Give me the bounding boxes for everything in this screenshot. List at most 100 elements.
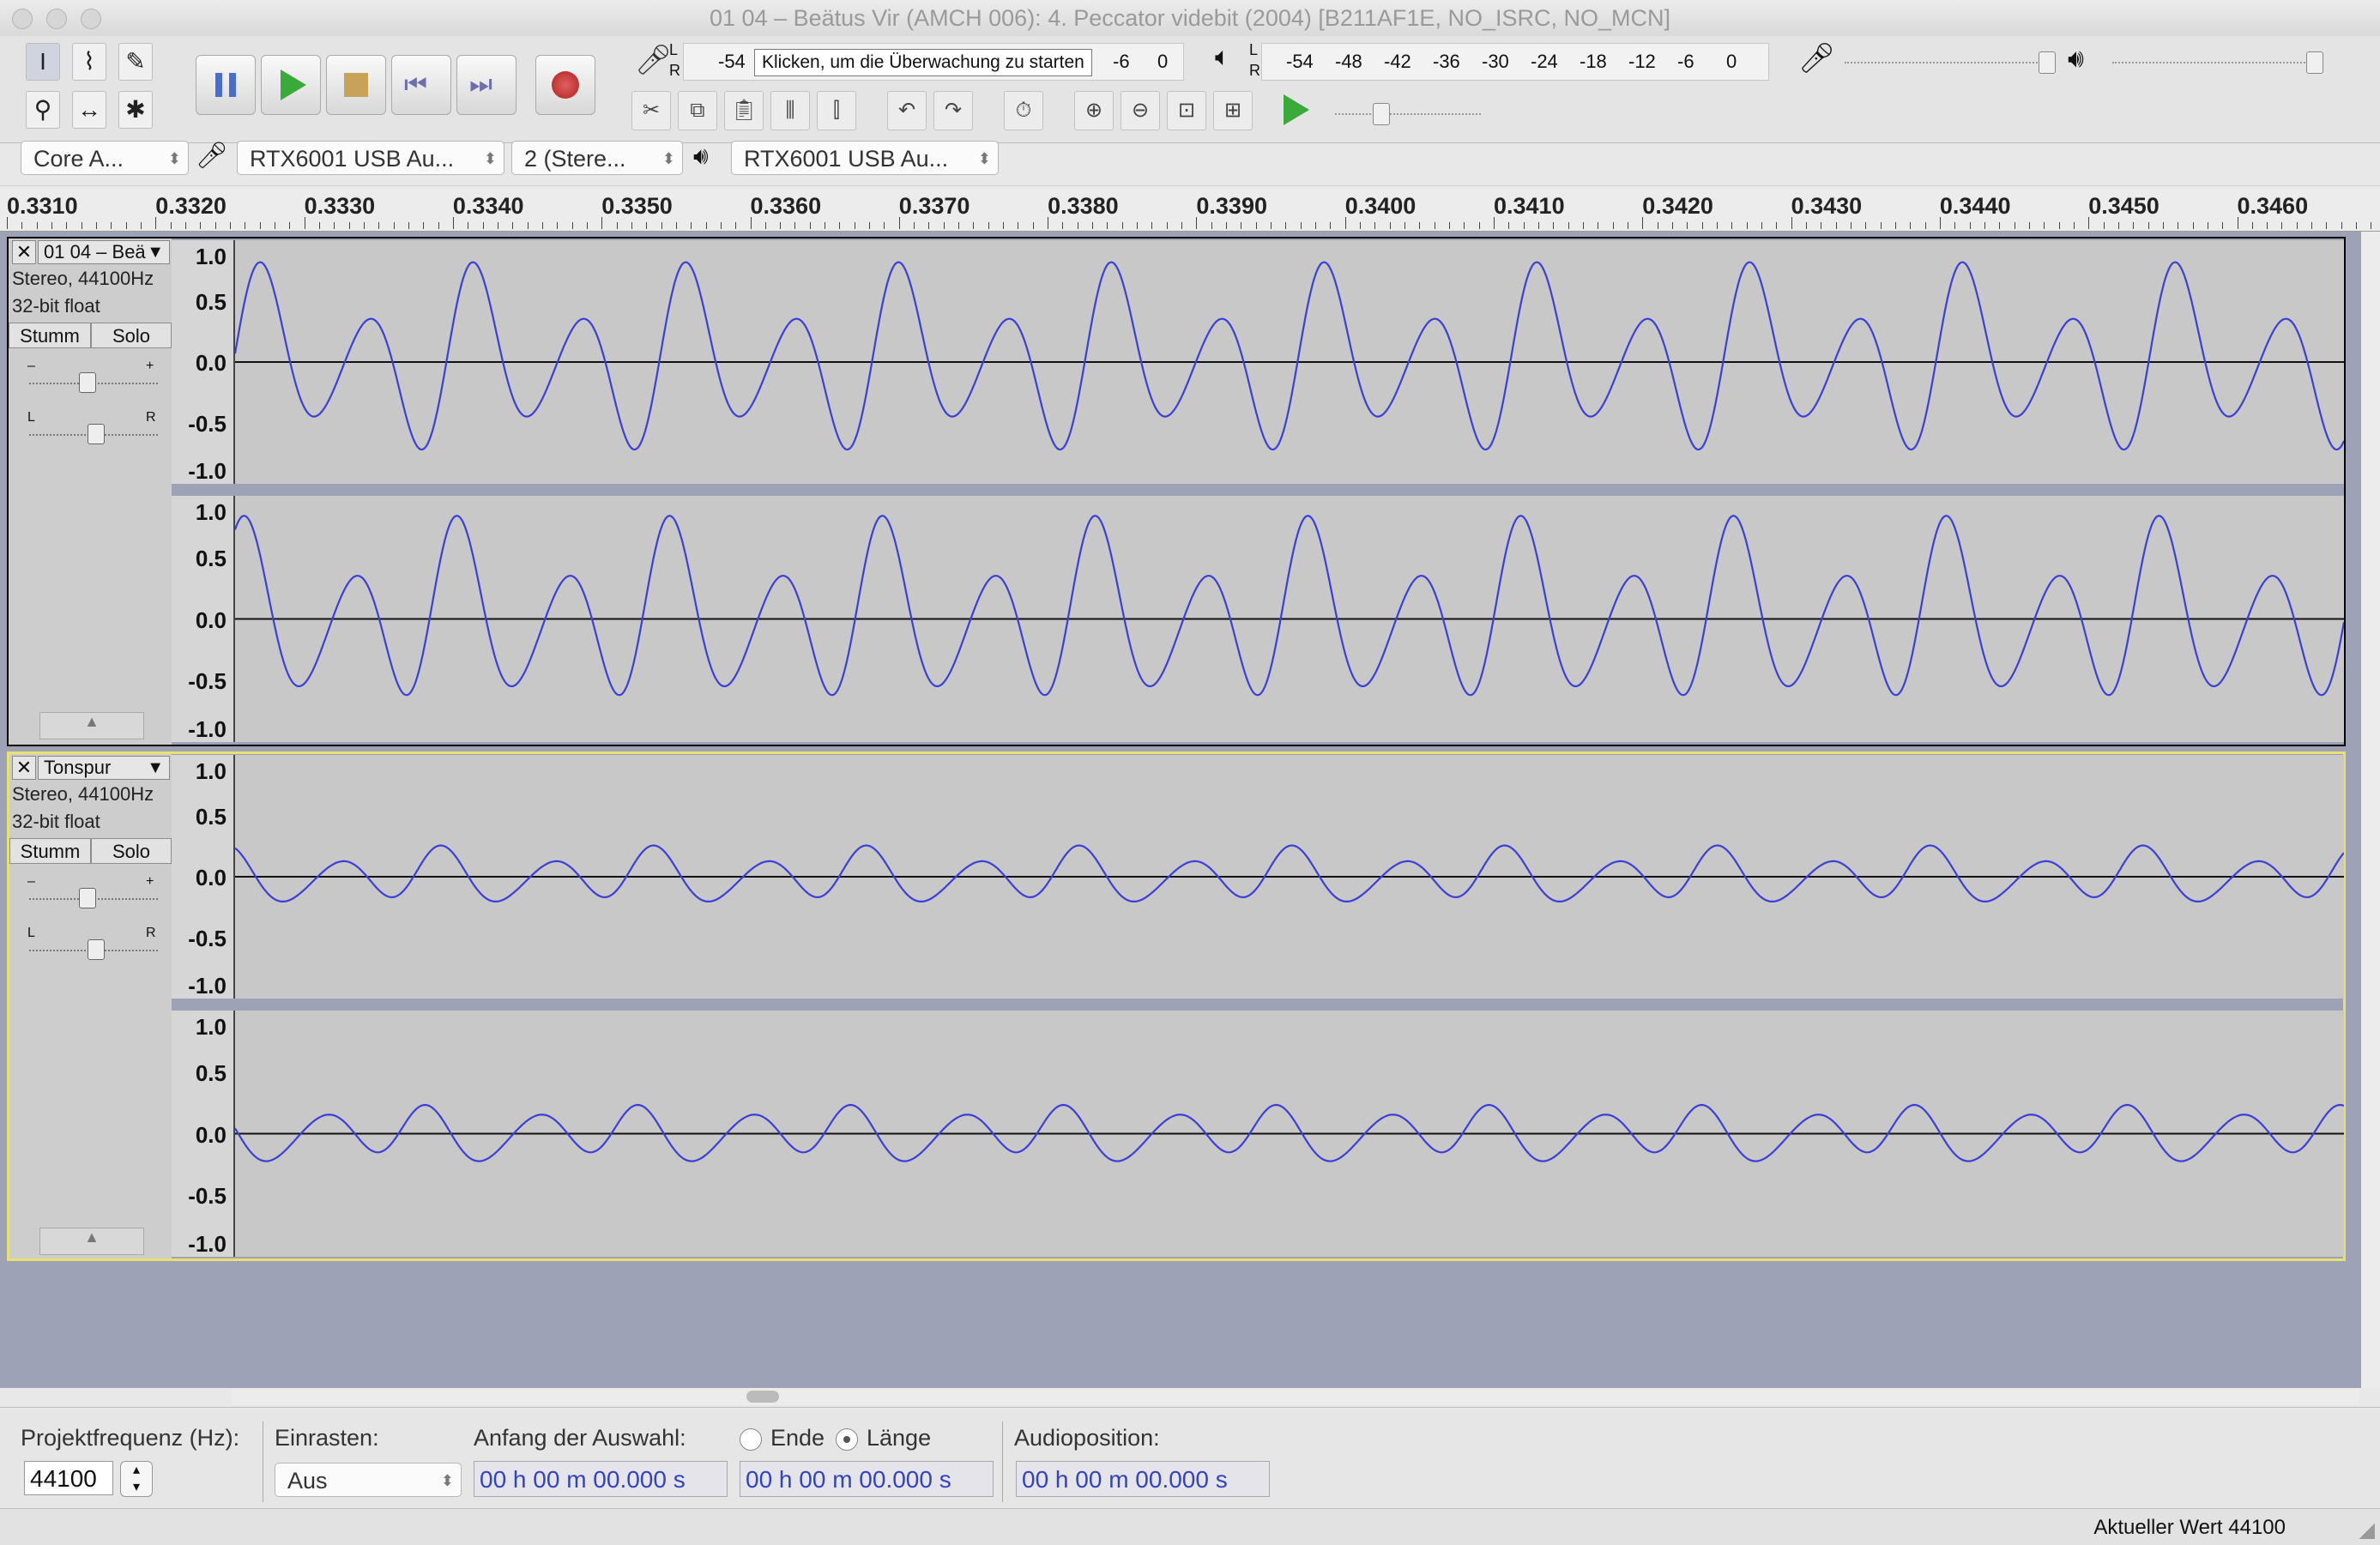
selection-start-time[interactable]: 00 h 00 m 00.000 s [474,1461,728,1497]
track-1-gain-thumb[interactable] [79,372,96,393]
ruler-tick-mark [2103,222,2105,229]
snap-select[interactable]: Aus [275,1463,462,1498]
gain-minus-label: – [27,874,35,889]
cut-icon[interactable]: ✂ [631,91,671,130]
track-1-name-menu[interactable]: 01 04 – Beä ▼ [38,240,170,264]
track-2-control-panel: ✕ Tonspur ▼ Stereo, 44100Hz 32-bit float … [9,754,172,1258]
record-meter[interactable]: -54 -6 0 Klicken, um die Überwachung zu … [683,43,1184,81]
zoom-in-icon[interactable]: ⊕ [1074,91,1114,130]
project-rate-input[interactable]: 44100 [24,1461,113,1495]
play-meter-tick: -54 [1286,51,1314,72]
play-meter[interactable]: -54 -48 -42 -36 -30 -24 -18 -12 -6 0 [1261,43,1769,81]
redo-icon[interactable]: ↷ [933,91,973,130]
gain-plus-label: + [146,359,154,373]
selection-length-time[interactable]: 00 h 00 m 00.000 s [740,1461,994,1497]
input-channels-select[interactable]: 2 (Stere... [511,141,683,176]
ruler-tick-mark [646,222,648,229]
ruler-tick-mark [2117,222,2119,229]
play-meter-tick: -12 [1628,51,1656,72]
track-2-solo-button[interactable]: Solo [91,838,172,864]
ruler-tick-mark [1642,217,1644,229]
fit-project-icon[interactable]: ⊞ [1213,91,1253,130]
fit-selection-icon[interactable]: ⊡ [1167,91,1206,130]
play-speed-thumb[interactable] [1373,103,1390,125]
channel-waveform[interactable] [233,496,2346,742]
track-1-mute-button[interactable]: Stumm [9,323,91,348]
skip-to-end-button[interactable]: ⏭ [456,55,516,115]
zoom-out-icon[interactable]: ⊖ [1121,91,1160,130]
selection-tool-icon[interactable]: I [26,43,60,81]
audio-position-time[interactable]: 00 h 00 m 00.000 s [1016,1461,1270,1497]
play-meter-channel-l: L [1249,41,1259,58]
zoom-tool-icon[interactable]: ⚲ [26,91,60,129]
vertical-scrollbar[interactable] [2361,232,2380,1388]
ruler-tick-mark [1226,222,1228,229]
track-1-close-icon[interactable]: ✕ [12,240,36,264]
ruler-tick-mark [1092,222,1094,229]
horizontal-scrollbar[interactable] [232,1388,2359,1405]
paste-icon[interactable]: 📋︎ [724,91,764,130]
amplitude-label: -1.0 [188,1231,227,1257]
play-at-speed-button[interactable] [1284,94,1309,125]
ruler-tick-mark [527,222,529,229]
channel-waveform[interactable] [234,755,2345,999]
channel-waveform[interactable] [233,240,2345,484]
end-radio[interactable] [740,1428,762,1451]
track-1-solo-button[interactable]: Solo [91,323,172,348]
record-button[interactable] [535,55,595,115]
ruler-tick-mark [2296,222,2298,229]
ruler-tick-mark [1151,222,1153,229]
play-meter-tick: -24 [1531,51,1558,72]
track-2-name-menu[interactable]: Tonspur ▼ [38,756,170,780]
recording-volume-thumb[interactable] [2039,51,2056,74]
audio-host-select[interactable]: Core A... [21,141,189,176]
track-2-mute-button[interactable]: Stumm [9,838,91,864]
input-device-select[interactable]: RTX6001 USB Au... [237,141,504,176]
ruler-tick-mark [259,222,261,229]
ruler-tick-mark [1999,222,2001,229]
silence-audio-icon[interactable]: ⫿ [817,91,856,130]
track-2-gain-thumb[interactable] [79,888,96,908]
skip-to-start-button[interactable]: ⏮ [391,55,451,115]
snap-label: Einrasten: [275,1425,379,1451]
scrollbar-thumb[interactable] [746,1391,779,1403]
track-1-collapse-button[interactable]: ▲ [39,712,144,739]
output-device-select[interactable]: RTX6001 USB Au... [731,141,999,176]
time-shift-tool-icon[interactable]: ↔ [72,91,106,129]
sync-lock-icon[interactable]: ⏱ [1004,91,1043,130]
track-2-collapse-button[interactable]: ▲ [39,1228,144,1255]
copy-icon[interactable]: ⧉ [678,91,717,130]
ruler-tick-mark [289,222,291,229]
recording-volume-slider[interactable] [1845,62,2051,65]
ruler-tick-mark [1553,222,1555,229]
draw-tool-icon[interactable]: ✎ [118,43,153,81]
undo-icon[interactable]: ↶ [887,91,927,130]
play-button[interactable] [261,55,321,115]
gain-plus-label: + [146,874,154,889]
playback-volume-thumb[interactable] [2306,51,2323,74]
track-2-close-icon[interactable]: ✕ [12,756,36,780]
multi-tool-icon[interactable]: ✱ [118,91,153,129]
ruler-tick-mark [438,222,439,229]
ruler-tick-mark [1835,222,1837,229]
channel-waveform[interactable] [234,1011,2345,1257]
project-rate-stepper[interactable]: ▴ ▾ [120,1461,153,1497]
play-speed-slider[interactable] [1335,113,1481,117]
trim-audio-icon[interactable]: ⫼ [770,91,810,130]
envelope-tool-icon[interactable]: ⌇ [72,43,106,81]
track-1-pan-thumb[interactable] [88,424,105,444]
resize-grip-icon[interactable]: ◢ [2359,1518,2375,1542]
length-radio[interactable] [836,1428,858,1451]
ruler-tick-label: 0.3380 [1048,193,1119,219]
record-meter-mic-icon[interactable]: 🎤︎ [635,43,672,77]
timeline-ruler[interactable]: 0.3310 0.3320 0.3330 0.3340 0.3350 0.3360 0.33… [0,185,2380,232]
ruler-tick-mark [7,217,8,229]
playback-volume-slider[interactable] [2112,62,2318,65]
track-2-pan-thumb[interactable] [88,939,105,960]
status-text: Aktueller Wert 44100 [2093,1516,2286,1539]
ruler-tick-mark [200,222,202,229]
stop-button[interactable] [326,55,386,115]
ruler-tick-label: 0.3460 [2237,193,2309,219]
speaker-volume-icon: 🔊︎ [2068,45,2084,73]
pause-button[interactable] [196,55,256,115]
